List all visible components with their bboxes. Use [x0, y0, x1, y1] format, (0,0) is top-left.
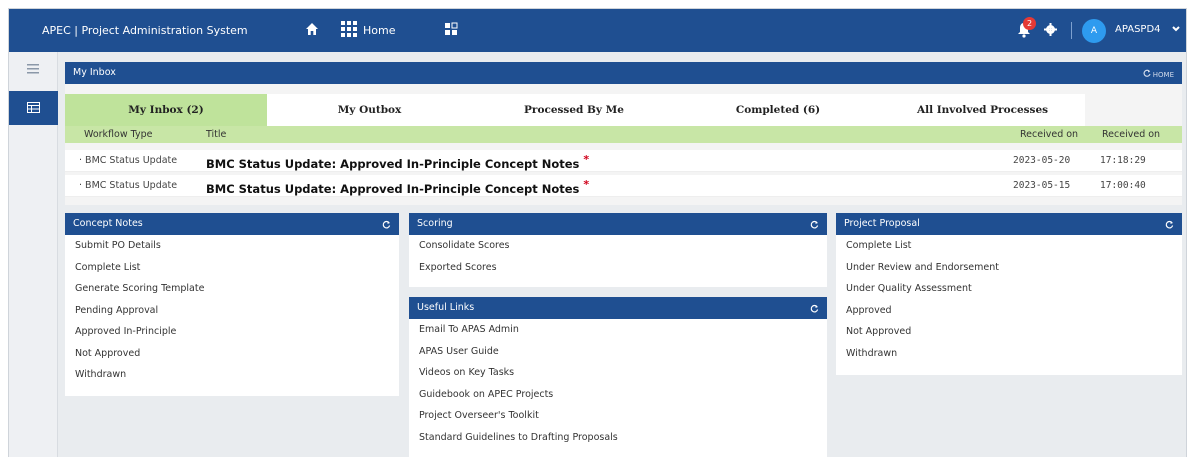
list-item[interactable]: APAS User Guide	[409, 341, 827, 363]
tab-my-outbox[interactable]: My Outbox	[267, 94, 472, 126]
apps-icon[interactable]	[341, 21, 357, 37]
home-link[interactable]: Home	[363, 24, 395, 37]
required-marker: *	[583, 153, 590, 166]
app-title[interactable]: APEC | Project Administration System	[42, 24, 248, 37]
table-header: Workflow Type Title Received on Received…	[65, 126, 1182, 143]
column-received-on-time[interactable]: Received on	[1102, 129, 1160, 140]
useful-links-list: Email To APAS Admin APAS User Guide Vide…	[409, 319, 827, 448]
required-marker: *	[583, 178, 590, 191]
column-workflow-type[interactable]: Workflow Type	[84, 129, 152, 140]
tab-completed[interactable]: Completed (6)	[676, 94, 880, 126]
gear-icon[interactable]	[1044, 23, 1057, 36]
scoring-panel: Scoring Consolidate Scores Exported Scor…	[409, 213, 827, 287]
list-item[interactable]: Project Overseer's Toolkit	[409, 405, 827, 427]
top-navbar: APEC | Project Administration System Hom…	[9, 9, 1186, 52]
list-item[interactable]: Complete List	[836, 235, 1182, 257]
list-item[interactable]: Guidebook on APEC Projects	[409, 384, 827, 406]
concept-notes-panel: Concept Notes Submit PO Details Complete…	[65, 213, 399, 396]
list-item[interactable]: Approved	[836, 300, 1182, 322]
list-item[interactable]: Under Review and Endorsement	[836, 257, 1182, 279]
refresh-icon[interactable]	[1143, 69, 1151, 77]
inbox-panel-title: My Inbox	[65, 62, 1182, 84]
list-item[interactable]: Complete List	[65, 257, 399, 279]
workflow-type: · BMC Status Update	[79, 180, 178, 191]
notification-badge: 2	[1023, 17, 1036, 30]
project-proposal-title: Project Proposal	[836, 213, 1182, 235]
list-item[interactable]: Withdrawn	[65, 364, 399, 386]
row-title[interactable]: BMC Status Update: Approved In-Principle…	[206, 178, 589, 196]
list-item[interactable]: Email To APAS Admin	[409, 319, 827, 341]
list-item[interactable]: Not Approved	[65, 343, 399, 365]
list-item[interactable]: Not Approved	[836, 321, 1182, 343]
inbox-panel-tools[interactable]: HOME	[1143, 69, 1174, 79]
menu-icon[interactable]	[27, 64, 39, 74]
received-time: 17:00:40	[1100, 180, 1146, 191]
list-item[interactable]: Exported Scores	[409, 257, 827, 279]
table-row[interactable]: · BMC Status Update BMC Status Update: A…	[65, 150, 1182, 172]
inbox-panel: My Inbox HOME My Inbox (2) My Outbox Pro…	[65, 62, 1182, 205]
refresh-icon[interactable]	[810, 220, 819, 229]
workflow-type: · BMC Status Update	[79, 155, 178, 166]
tab-my-inbox[interactable]: My Inbox (2)	[65, 94, 267, 126]
inbox-home-label[interactable]: HOME	[1153, 71, 1174, 79]
useful-links-title: Useful Links	[409, 297, 827, 319]
refresh-icon[interactable]	[1165, 220, 1174, 229]
concept-notes-list: Submit PO Details Complete List Generate…	[65, 235, 399, 386]
list-item[interactable]: Approved In-Principle	[65, 321, 399, 343]
avatar[interactable]: A	[1082, 19, 1106, 43]
divider	[1071, 22, 1072, 39]
list-item[interactable]: Standard Guidelines to Drafting Proposal…	[409, 427, 827, 449]
concept-notes-title: Concept Notes	[65, 213, 399, 235]
list-item[interactable]: Consolidate Scores	[409, 235, 827, 257]
received-date: 2023-05-15	[1013, 180, 1071, 191]
scoring-list: Consolidate Scores Exported Scores	[409, 235, 827, 278]
list-item[interactable]: Pending Approval	[65, 300, 399, 322]
received-time: 17:18:29	[1100, 155, 1146, 166]
list-item[interactable]: Videos on Key Tasks	[409, 362, 827, 384]
project-proposal-list: Complete List Under Review and Endorseme…	[836, 235, 1182, 364]
list-item[interactable]: Generate Scoring Template	[65, 278, 399, 300]
table-icon	[27, 102, 40, 113]
app-window: APEC | Project Administration System Hom…	[8, 8, 1187, 457]
sidebar-item-dashboard[interactable]	[9, 91, 58, 125]
tab-all-involved-processes[interactable]: All Involved Processes	[880, 94, 1085, 126]
table-row[interactable]: · BMC Status Update BMC Status Update: A…	[65, 175, 1182, 197]
received-date: 2023-05-20	[1013, 155, 1071, 166]
chevron-down-icon[interactable]	[1171, 23, 1181, 35]
useful-links-panel: Useful Links Email To APAS Admin APAS Us…	[409, 297, 827, 457]
username[interactable]: APASPD4	[1115, 24, 1161, 35]
grid-icon[interactable]	[444, 22, 458, 36]
tab-processed-by-me[interactable]: Processed By Me	[472, 94, 676, 126]
refresh-icon[interactable]	[810, 304, 819, 313]
scoring-title: Scoring	[409, 213, 827, 235]
list-item[interactable]: Withdrawn	[836, 343, 1182, 365]
column-received-on-date[interactable]: Received on	[1020, 129, 1078, 140]
refresh-icon[interactable]	[382, 220, 391, 229]
project-proposal-panel: Project Proposal Complete List Under Rev…	[836, 213, 1182, 375]
list-item[interactable]: Under Quality Assessment	[836, 278, 1182, 300]
list-item[interactable]: Submit PO Details	[65, 235, 399, 257]
home-icon[interactable]	[305, 22, 319, 36]
column-title[interactable]: Title	[206, 129, 226, 140]
inbox-tabs: My Inbox (2) My Outbox Processed By Me C…	[65, 94, 1182, 126]
row-title[interactable]: BMC Status Update: Approved In-Principle…	[206, 153, 589, 171]
sidebar	[9, 52, 58, 457]
